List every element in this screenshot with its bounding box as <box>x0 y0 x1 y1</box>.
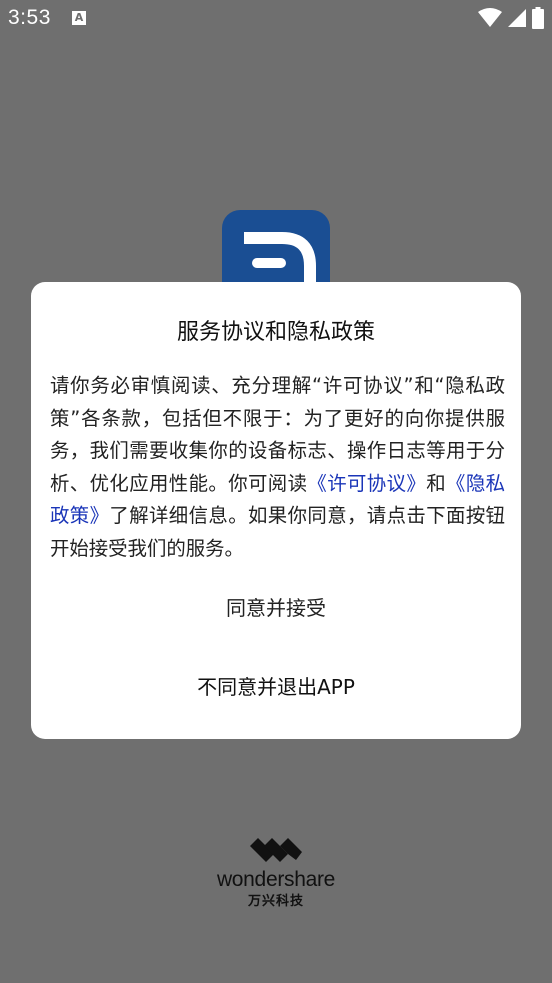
status-time: 3:53 <box>8 6 51 29</box>
privacy-dialog: 服务协议和隐私政策 请你务必审慎阅读、充分理解“许可协议”和“隐私政策”各条款，… <box>31 282 521 739</box>
wondershare-logo-icon <box>250 838 302 862</box>
signal-icon <box>508 9 526 27</box>
status-bar: 3:53 A <box>0 0 552 38</box>
brand-name: wondershare <box>216 868 336 891</box>
body-and-text: 和 <box>426 471 447 495</box>
dialog-title: 服务协议和隐私政策 <box>176 320 375 345</box>
brand-logo: wondershare 万兴科技 <box>200 838 352 909</box>
body-text-after: 了解详细信息。如果你同意，请点击下面按钮开始接受我们的服务。 <box>50 504 506 560</box>
battery-icon <box>532 7 544 29</box>
a-icon: A <box>72 11 86 25</box>
brand-chinese-name: 万兴科技 <box>247 894 304 909</box>
wifi-icon <box>478 8 502 27</box>
disagree-exit-button[interactable]: 不同意并退出APP <box>31 667 521 707</box>
status-icons <box>478 7 544 29</box>
agree-button[interactable]: 同意并接受 <box>31 588 521 628</box>
license-agreement-link[interactable]: 《许可协议》 <box>307 472 426 495</box>
dialog-body: 请你务必审慎阅读、充分理解“许可协议”和“隐私政策”各条款，包括但不限于：为了更… <box>50 370 505 565</box>
